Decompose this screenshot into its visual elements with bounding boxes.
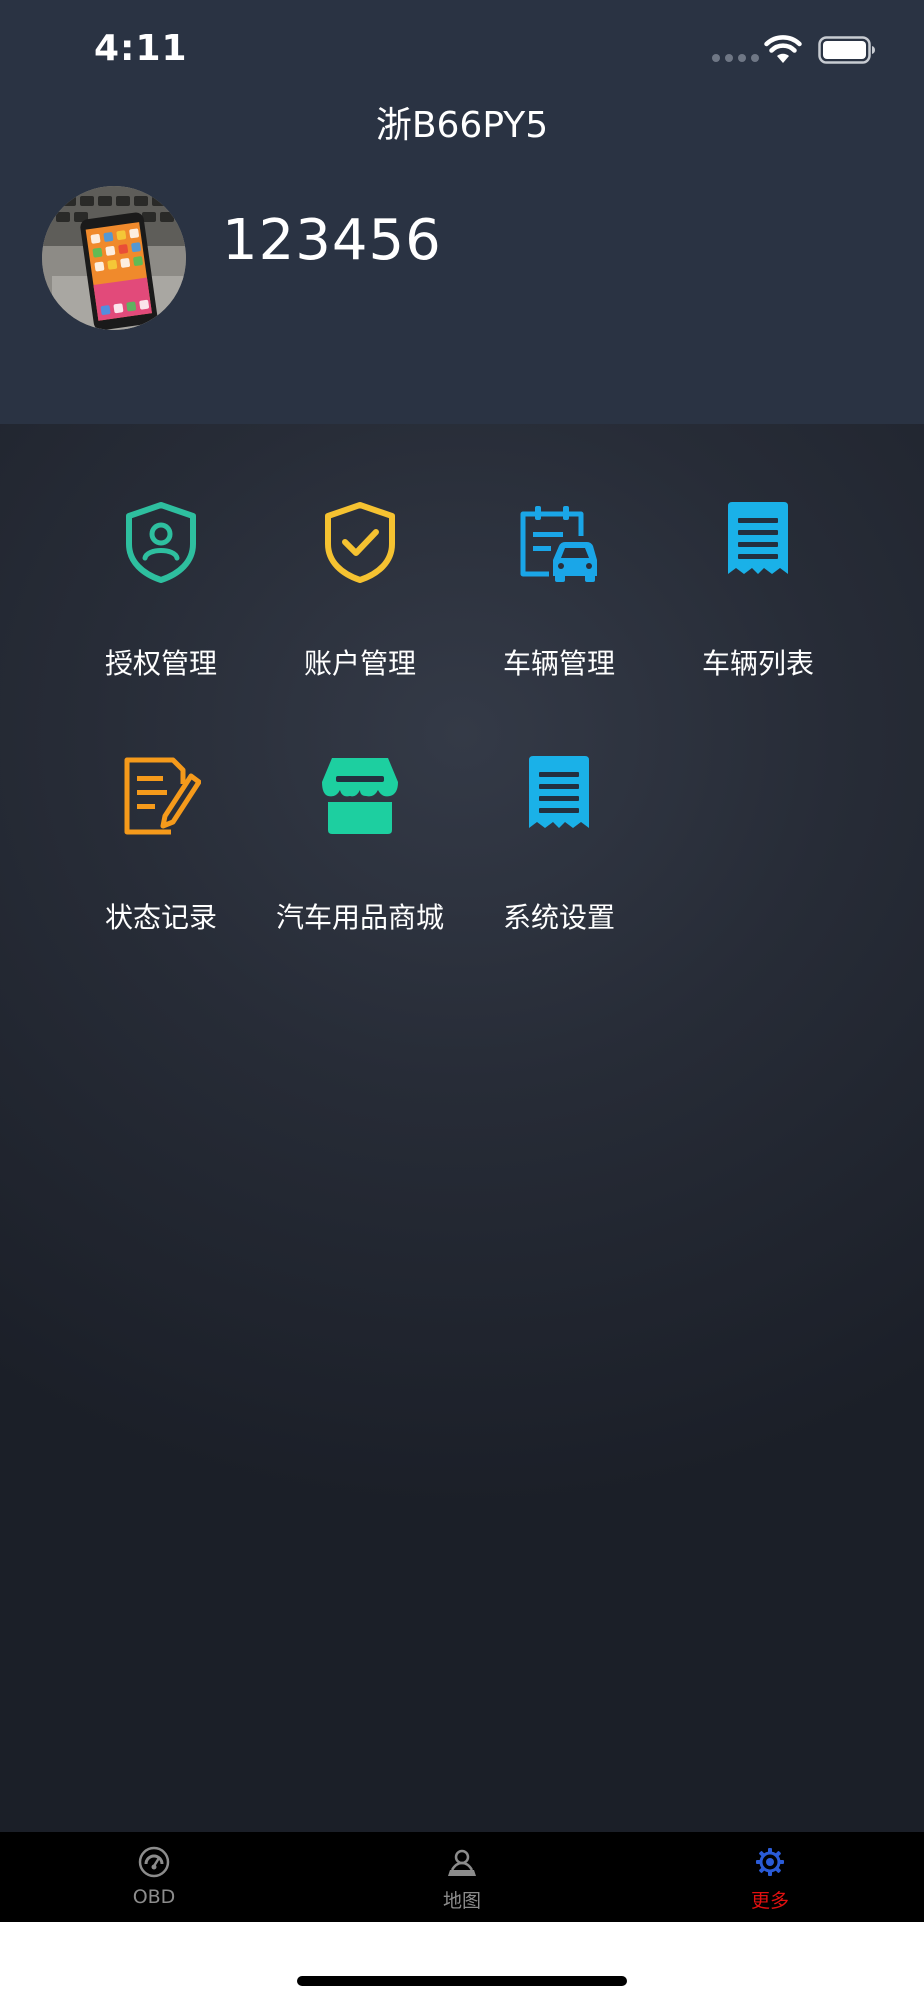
- tab-label: 更多: [750, 1890, 789, 1912]
- tab-bar: OBD 地图 更多: [0, 1832, 924, 1922]
- avatar[interactable]: [42, 186, 186, 330]
- menu-item-account[interactable]: 账户管理: [261, 424, 459, 680]
- shield-check-icon: [325, 502, 395, 583]
- gear-icon: [756, 1848, 784, 1876]
- menu-item-label: 车辆管理: [502, 647, 615, 680]
- wifi-icon: [764, 35, 802, 63]
- shield-user-icon: [126, 502, 196, 583]
- menu-item-system-settings[interactable]: 系统设置: [460, 678, 658, 934]
- speedometer-icon: [138, 1846, 170, 1878]
- menu-item-vehicle-list[interactable]: 车辆列表: [659, 424, 857, 680]
- tab-map[interactable]: 地图: [382, 1832, 542, 1922]
- receipt-icon: [728, 502, 788, 574]
- map-person-icon: [448, 1849, 476, 1876]
- clipboard-car-icon: [520, 506, 597, 582]
- menu-item-vehicle-management[interactable]: 车辆管理: [460, 424, 658, 680]
- home-indicator[interactable]: [297, 1976, 627, 1986]
- cellular-signal-icon: [712, 54, 759, 62]
- user-id: 123456: [222, 208, 442, 273]
- menu-item-label: 状态记录: [104, 901, 217, 934]
- status-bar: 4:11: [0, 0, 924, 100]
- menu-item-status-log[interactable]: 状态记录: [62, 678, 260, 934]
- profile-header: 4:11 浙B66PY5 123456: [0, 0, 924, 424]
- menu-item-authorization[interactable]: 授权管理: [62, 424, 260, 680]
- menu-item-label: 车辆列表: [701, 647, 814, 680]
- document-edit-icon: [124, 757, 201, 835]
- tab-obd[interactable]: OBD: [74, 1832, 234, 1922]
- store-icon: [322, 758, 398, 834]
- tab-more[interactable]: 更多: [690, 1832, 850, 1922]
- menu-item-label: 账户管理: [303, 647, 416, 680]
- menu-item-label: 系统设置: [502, 901, 615, 934]
- menu-item-label: 汽车用品商城: [275, 901, 444, 934]
- avatar-image: [42, 186, 186, 330]
- menu-grid: 授权管理 账户管理 车辆管理 车辆列表 状态记录 汽车用品商城 系统设置: [0, 424, 924, 1832]
- menu-item-label: 授权管理: [104, 647, 217, 680]
- tab-label: 地图: [442, 1890, 481, 1912]
- tab-label: OBD: [132, 1886, 176, 1908]
- status-time: 4:11: [94, 28, 188, 69]
- receipt-icon: [529, 756, 589, 828]
- menu-item-auto-store[interactable]: 汽车用品商城: [261, 678, 459, 934]
- plate-number-title: 浙B66PY5: [375, 105, 549, 146]
- battery-icon: [818, 36, 875, 64]
- home-indicator-area: [0, 1922, 924, 2000]
